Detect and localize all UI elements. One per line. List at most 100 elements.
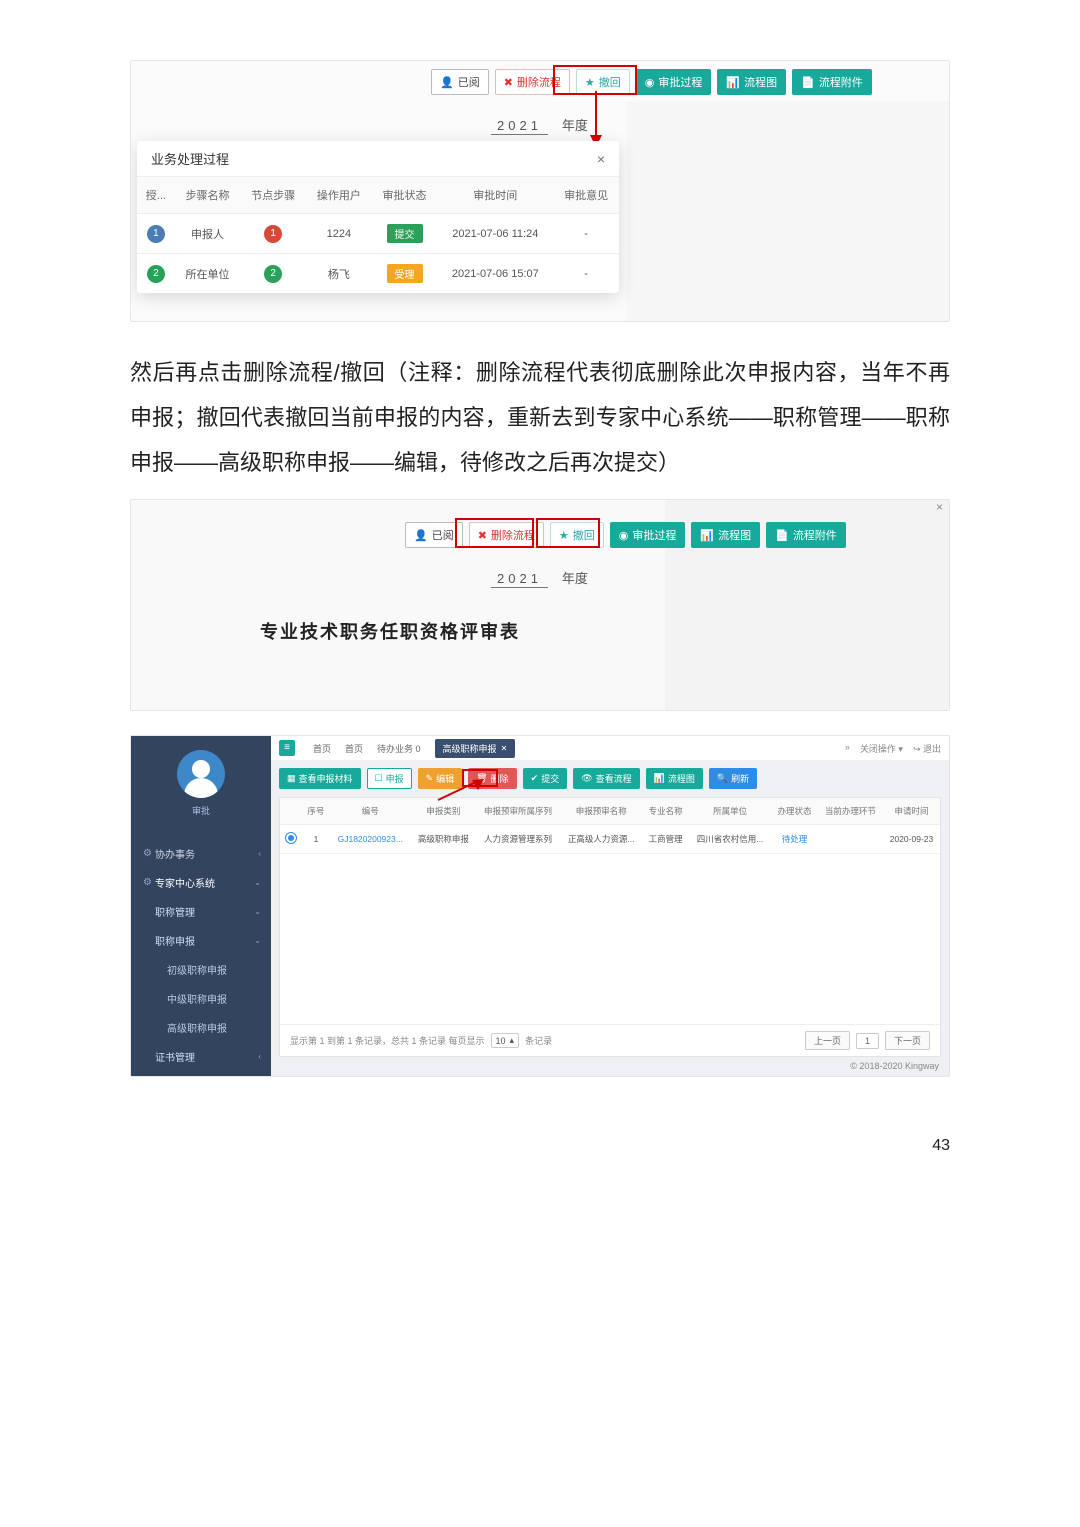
table-row: 1 申报人 1 1224 提交 2021-07-06 11:24 - [137,214,619,254]
col-name: 申报预审名称 [560,798,642,825]
col-code: 编号 [330,798,411,825]
copyright: © 2018-2020 Kingway [271,1057,949,1071]
eye-icon: ◉ [645,76,655,89]
sidebar-item-title-apply[interactable]: 职称申报⌄ [131,926,271,955]
tab-home[interactable]: 首页 [345,742,363,755]
sidebar-item-todo[interactable]: ⚙协办事务‹ [131,839,271,868]
footer-summary-b: 条记录 [525,1034,552,1047]
btn-delete-flow[interactable]: ✖删除流程 [469,522,544,548]
chevron-down-icon: ⌄ [254,878,261,887]
topbar: ≡ 首页 首页 待办业务 0 高级职称申报✕ » 关闭操作 ▾ ↪ 退出 [271,736,949,760]
per-page-select[interactable]: 10▴ [491,1033,520,1048]
btn-delete[interactable]: 🗑 删除 [468,768,516,789]
sidebar-menu: ⚙协办事务‹ ⚙专家中心系统⌄ 职称管理⌄ 职称申报⌄ 初级职称申报 中级职称申… [131,839,271,1071]
btn-recall[interactable]: ★撤回 [576,69,630,95]
close-icon[interactable]: × [597,151,605,167]
btn-flowchart[interactable]: 📊流程图 [717,69,786,95]
sidebar-item-mid[interactable]: 中级职称申报 [131,984,271,1013]
chevron-down-icon: ⌄ [254,907,261,916]
form-title: 专业技术职务任职资格评审表 [131,618,649,644]
col-status: 办理状态 [771,798,817,825]
table-row[interactable]: 1 GJ1820200923... 高级职称申报 人力资源管理系列 正高级人力资… [280,825,940,854]
btn-recall[interactable]: ★撤回 [550,522,604,548]
chart-icon: 📊 [726,76,740,89]
node-badge: 2 [264,265,282,283]
blank-panel [627,101,949,321]
next-page-button[interactable]: 下一页 [885,1031,930,1050]
btn-view-materials[interactable]: ▦ 查看申报材料 [279,768,361,789]
chevron-left-icon: ‹ [258,849,261,858]
col-node: 节点步骤 [240,177,306,214]
sidebar-item-cert[interactable]: 证书管理‹ [131,1042,271,1071]
btn-delete-flow[interactable]: ✖删除流程 [495,69,570,95]
list-toolbar: ▦ 查看申报材料 ☐ 申报 ✎ 编辑 🗑 删除 ✔ 提交 👁 查看流程 📊 流程… [271,760,949,797]
star-icon: ★ [559,529,569,542]
btn-flowchart[interactable]: 📊 流程图 [646,768,703,789]
user-icon: 👤 [414,529,428,542]
btn-flowchart[interactable]: 📊流程图 [691,522,760,548]
btn-read[interactable]: 👤已阅 [431,69,489,95]
btn-read[interactable]: 👤已阅 [405,522,463,548]
col-major: 专业名称 [642,798,688,825]
breadcrumb-next[interactable]: » [845,742,850,755]
year-label: 年度 [562,568,588,587]
btn-refresh[interactable]: 🔍 刷新 [709,768,757,789]
status-badge: 提交 [387,224,423,243]
col-user: 操作用户 [306,177,372,214]
col-opinion: 审批意见 [553,177,619,214]
toolbar: 👤已阅 ✖删除流程 ★撤回 ◉审批过程 📊流程图 📄流程附件 [431,69,872,95]
btn-edit[interactable]: ✎ 编辑 [418,768,463,789]
sidebar-item-title-mgmt[interactable]: 职称管理⌄ [131,897,271,926]
btn-approval-process[interactable]: ◉审批过程 [610,522,686,548]
idx-badge: 1 [147,225,165,243]
empty-space [280,854,940,1024]
code-link[interactable]: GJ1820200923... [330,825,411,854]
close-icon[interactable]: × [936,500,943,514]
hamburger-icon[interactable]: ≡ [279,740,295,756]
user-icon: 👤 [440,76,454,89]
col-node: 当前办理环节 [818,798,883,825]
approval-process-modal: 业务处理过程 × 授... 步骤名称 节点步骤 操作用户 审批状态 审批时间 审… [137,141,619,293]
sidebar-item-junior[interactable]: 初级职称申报 [131,955,271,984]
col-auth: 授... [137,177,175,214]
gear-icon: ⚙ [143,877,149,888]
tab-senior-apply[interactable]: 高级职称申报✕ [435,739,516,758]
breadcrumb-home[interactable]: 首页 [313,742,331,755]
col-series: 申报预审所属序列 [476,798,560,825]
sidebar-item-senior[interactable]: 高级职称申报 [131,1013,271,1042]
close-ops[interactable]: 关闭操作 ▾ [860,742,903,755]
btn-view-flow[interactable]: 👁 查看流程 [573,768,639,789]
list-table: 序号 编号 申报类别 申报预审所属序列 申报预审名称 专业名称 所属单位 办理状… [280,798,940,854]
row-radio[interactable] [285,832,297,844]
btn-approval-process[interactable]: ◉审批过程 [636,69,712,95]
eye-icon: ◉ [619,529,629,542]
gear-icon: ⚙ [143,848,149,859]
prev-page-button[interactable]: 上一页 [805,1031,850,1050]
btn-submit[interactable]: ✔ 提交 [523,768,568,789]
toolbar: 👤已阅 ✖删除流程 ★撤回 ◉审批过程 📊流程图 📄流程附件 [405,522,846,548]
year-label: 年度 [562,115,588,134]
file-icon: 📄 [775,529,789,542]
chevron-up-icon: ▴ [510,1035,515,1046]
screenshot-system-list: 审批 ⚙协办事务‹ ⚙专家中心系统⌄ 职称管理⌄ 职称申报⌄ 初级职称申报 中级… [130,735,950,1077]
star-icon: ★ [585,76,595,89]
btn-attachments[interactable]: 📄流程附件 [766,522,846,548]
sidebar-item-expert[interactable]: ⚙专家中心系统⌄ [131,868,271,897]
node-badge: 1 [264,225,282,243]
page-number[interactable]: 1 [856,1033,879,1049]
x-icon: ✖ [504,76,513,89]
col-status: 审批状态 [372,177,438,214]
logout-link[interactable]: ↪ 退出 [913,742,941,755]
year-value: 2021 [491,571,548,588]
tab-todo[interactable]: 待办业务 0 [377,742,421,755]
close-icon[interactable]: ✕ [501,744,508,753]
table-row: 2 所在单位 2 杨飞 受理 2021-07-06 15:07 - [137,254,619,294]
col-type: 申报类别 [411,798,476,825]
btn-attachments[interactable]: 📄流程附件 [792,69,872,95]
col-org: 所属单位 [689,798,771,825]
modal-title: 业务处理过程 [151,149,229,168]
btn-apply[interactable]: ☐ 申报 [367,768,412,789]
status-badge: 受理 [387,264,423,283]
footer-summary: 显示第 1 到第 1 条记录，总共 1 条记录 每页显示 [290,1034,485,1047]
page-number: 43 [130,1137,950,1155]
